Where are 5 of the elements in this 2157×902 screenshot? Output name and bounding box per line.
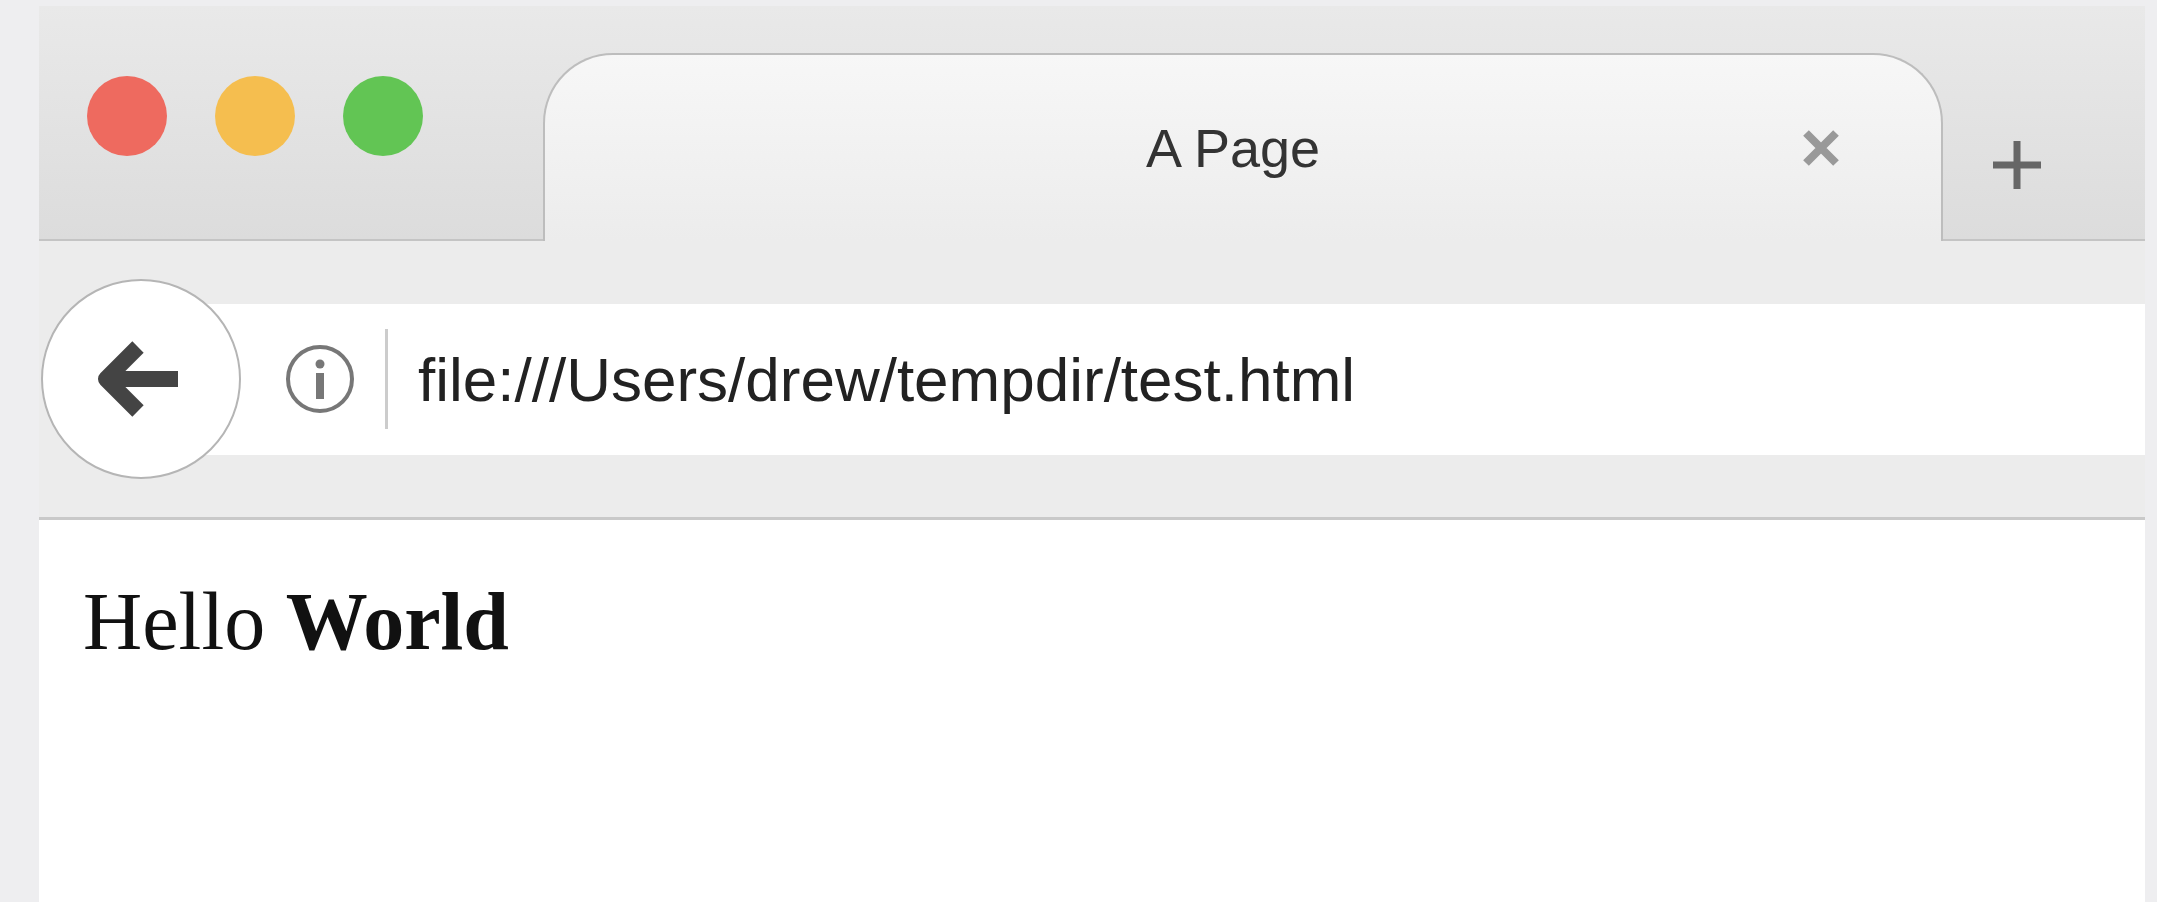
page-text: Hello World xyxy=(82,575,510,669)
info-icon[interactable] xyxy=(285,344,355,414)
browser-tab[interactable]: A Page xyxy=(543,53,1943,241)
close-tab-icon[interactable] xyxy=(1801,128,1841,168)
new-tab-icon[interactable] xyxy=(1991,139,2043,191)
